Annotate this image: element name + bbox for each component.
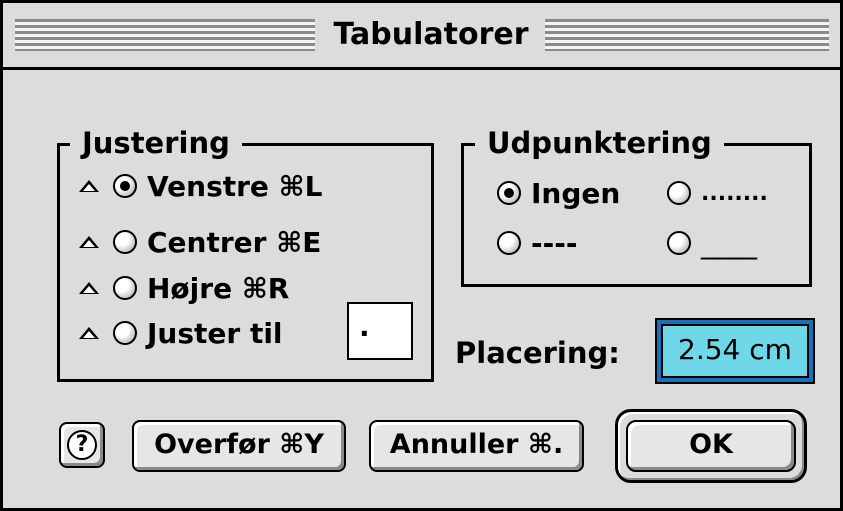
triangle-up-icon xyxy=(79,282,99,294)
radio-button[interactable] xyxy=(497,231,521,255)
title-bar[interactable]: Tabulatorer xyxy=(3,3,840,70)
align-char-input[interactable]: . xyxy=(347,302,413,360)
leader-group-label: Udpunktering xyxy=(475,127,724,159)
radio-button[interactable] xyxy=(113,321,137,345)
leader-option-label: ____ xyxy=(701,226,757,260)
alignment-option-left[interactable]: Venstre ⌘L xyxy=(79,168,322,204)
leader-option-dots[interactable]: ........ xyxy=(667,175,768,211)
leader-option-underline[interactable]: ____ xyxy=(667,225,757,261)
alignment-option-center[interactable]: Centrer ⌘E xyxy=(79,224,321,260)
radio-button[interactable] xyxy=(113,230,137,254)
help-button[interactable]: ? xyxy=(59,422,105,468)
radio-button[interactable] xyxy=(113,174,137,198)
question-mark-icon: ? xyxy=(67,430,97,460)
leader-option-dashes[interactable]: ---- xyxy=(497,225,577,261)
position-input[interactable]: 2.54 cm xyxy=(661,324,809,378)
alignment-option-right[interactable]: Højre ⌘R xyxy=(79,270,289,306)
cancel-button[interactable]: Annuller ⌘. xyxy=(369,420,584,472)
triangle-up-icon xyxy=(79,236,99,248)
alignment-option-decimal[interactable]: Juster til xyxy=(79,315,283,351)
ok-button-default-ring: OK xyxy=(615,409,807,483)
window-title: Tabulatorer xyxy=(333,17,529,52)
title-bar-stripes-right xyxy=(545,19,829,51)
leader-option-label: Ingen xyxy=(531,176,621,210)
transfer-button[interactable]: Overfør ⌘Y xyxy=(132,420,346,472)
position-field-focus-ring: 2.54 cm xyxy=(655,318,815,384)
title-bar-stripes-left xyxy=(15,19,315,51)
leader-option-label: ........ xyxy=(701,180,768,206)
leader-option-label: ---- xyxy=(531,226,578,260)
radio-button[interactable] xyxy=(667,231,691,255)
radio-button[interactable] xyxy=(113,276,137,300)
triangle-up-icon xyxy=(79,327,99,339)
leader-option-none[interactable]: Ingen xyxy=(497,175,620,211)
tab-settings-dialog: Tabulatorer Justering Venstre ⌘L Centrer… xyxy=(0,0,843,511)
radio-button[interactable] xyxy=(497,181,521,205)
radio-button[interactable] xyxy=(667,181,691,205)
ok-button[interactable]: OK xyxy=(626,420,796,472)
position-label: Placering: xyxy=(455,336,620,370)
leader-group xyxy=(461,143,812,287)
alignment-option-label: Juster til xyxy=(147,316,283,350)
alignment-option-label: Centrer ⌘E xyxy=(147,225,322,259)
alignment-group-label: Justering xyxy=(70,127,242,159)
triangle-up-icon xyxy=(79,180,99,192)
alignment-option-label: Venstre ⌘L xyxy=(147,169,323,203)
alignment-option-label: Højre ⌘R xyxy=(147,271,290,305)
